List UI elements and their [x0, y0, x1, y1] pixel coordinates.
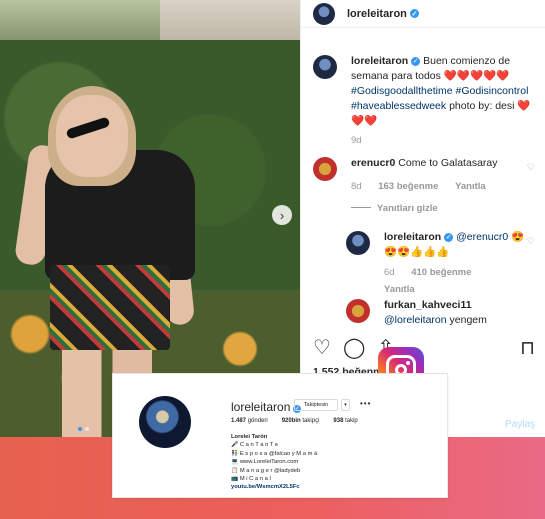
bio-line: 📺 M i C a n a l [231, 476, 271, 483]
reply-mention[interactable]: @loreleitaron [384, 314, 447, 326]
following-number[interactable]: 938 [333, 418, 343, 424]
reply-emojis-line2: 😍😍👍👍👍 [384, 246, 450, 258]
post-comment-button[interactable]: Paylaş [505, 419, 535, 430]
comment-reply-link[interactable]: Yanıtla [455, 181, 486, 192]
carousel-dots [78, 427, 89, 431]
comment-likes[interactable]: 163 beğenme [378, 181, 438, 192]
avatar[interactable] [313, 157, 337, 181]
profile-username-text: loreleitaron [231, 400, 291, 414]
bio-line: 📋 M a n a g e r @ladydeb [231, 467, 301, 474]
hide-replies-label[interactable]: Yanıtları gizle [377, 203, 438, 214]
comment-meta: 8d 163 beğenme Yanıtla [351, 179, 539, 194]
reply-meta: 6d 410 beğenme [384, 265, 539, 280]
caption-username[interactable]: loreleitaron [351, 55, 408, 67]
reply-mention[interactable]: @erenucr0 [456, 231, 508, 243]
profile-link[interactable]: youtu.be/WsmcmX2L5Fc [231, 483, 317, 491]
avatar[interactable] [313, 55, 337, 79]
reply-text: loreleitaron ✓ @erenucr0 😍 😍😍👍👍👍 [384, 230, 539, 260]
followers-label[interactable]: takipçi [302, 418, 319, 424]
bookmark-icon[interactable]: ⊓ [520, 337, 535, 360]
profile-bio: Lorelei Tarón 🎤 C a n T a n T e 👫 E s p … [231, 433, 317, 492]
like-heart-icon[interactable]: ♡ [313, 338, 331, 358]
bio-line: 💻 www.LoreleiTaron.com [231, 459, 299, 466]
reply-body: yengem [449, 314, 487, 326]
post-photo[interactable]: › [0, 0, 300, 437]
caption: loreleitaron ✓ Buen comienzo de semana pa… [313, 54, 539, 148]
following-button[interactable]: Takiptesin [294, 399, 338, 411]
bio-line: 🎤 C a n T a n T e [231, 442, 279, 449]
reply-link[interactable]: Yanıtla [384, 282, 539, 297]
comment-item: erenucr0 Come to Galatasaray ♡ 8d 163 be… [313, 156, 539, 216]
reply-link-label[interactable]: Yanıtla [384, 284, 415, 295]
profile-full-name: Lorelei Tarón [231, 434, 268, 440]
following-label[interactable]: takip [345, 418, 358, 424]
post-username[interactable]: loreleitaron ✓ [347, 8, 419, 20]
posts-number: 1.487 [231, 418, 247, 424]
carousel-next-icon[interactable]: › [272, 205, 292, 225]
bio-line: 👫 E s p o s a @falcao y M a m á [231, 450, 318, 457]
comment-body: Come to Galatasaray [398, 157, 498, 169]
reply-item: furkan_kahveci11 @loreleitaron yengem [346, 298, 539, 328]
reply-username[interactable]: furkan_kahveci11 [384, 299, 472, 311]
comment-time: 8d [351, 181, 362, 192]
photo-person-shorts [50, 265, 170, 350]
comment-username[interactable]: erenucr0 [351, 157, 395, 169]
profile-card: loreleitaron ✓ Takiptesin ▾ ••• 1.487 gön… [112, 373, 448, 498]
reply-item: loreleitaron ✓ @erenucr0 😍 😍😍👍👍👍 ♡ 6d 410… [346, 230, 539, 297]
profile-username: loreleitaron ✓ [231, 400, 302, 414]
caption-credit: photo by: desi [449, 100, 515, 112]
followers-number[interactable]: 920bin [282, 418, 301, 424]
comment-bubble-icon[interactable]: ◯ [343, 338, 365, 358]
avatar[interactable] [346, 231, 370, 255]
reply-emojis: 😍 [511, 231, 525, 243]
divider [351, 207, 371, 208]
like-reply-heart-icon[interactable]: ♡ [527, 234, 535, 249]
carousel-dot-active [78, 427, 82, 431]
reply-username[interactable]: loreleitaron [384, 231, 441, 243]
post-header: loreleitaron ✓ [301, 0, 545, 28]
profile-stats: 1.487 gönderi 920bin takipçi 938 takip [231, 418, 358, 424]
more-options-icon[interactable]: ••• [360, 399, 371, 408]
avatar[interactable] [346, 299, 370, 323]
verified-icon: ✓ [409, 9, 419, 18]
verified-icon: ✓ [411, 57, 421, 66]
post-username-text[interactable]: loreleitaron [347, 8, 407, 20]
comment-text: erenucr0 Come to Galatasaray [351, 156, 539, 171]
carousel-dot [85, 427, 89, 431]
caption-text: loreleitaron ✓ Buen comienzo de semana pa… [351, 54, 539, 129]
followers-count[interactable]: 920bin takipçi [282, 418, 320, 424]
reply-time: 6d [384, 267, 395, 278]
caption-hearts: ❤️❤️❤️❤️❤️ [443, 70, 510, 82]
following-count[interactable]: 938 takip [333, 418, 357, 424]
hide-replies-link[interactable]: Yanıtları gizle [351, 201, 539, 216]
profile-avatar[interactable] [139, 396, 191, 448]
instagram-logo-dot [406, 361, 410, 365]
chevron-down-icon[interactable]: ▾ [341, 399, 350, 411]
verified-icon: ✓ [444, 233, 454, 242]
reply-text: furkan_kahveci11 @loreleitaron yengem [384, 298, 539, 328]
reply-likes[interactable]: 410 beğenme [411, 267, 471, 278]
posts-label: gönderi [247, 418, 268, 424]
like-comment-heart-icon[interactable]: ♡ [527, 160, 535, 175]
caption-time: 9d [351, 135, 362, 146]
posts-count: 1.487 gönderi [231, 418, 268, 424]
avatar[interactable] [313, 2, 335, 25]
